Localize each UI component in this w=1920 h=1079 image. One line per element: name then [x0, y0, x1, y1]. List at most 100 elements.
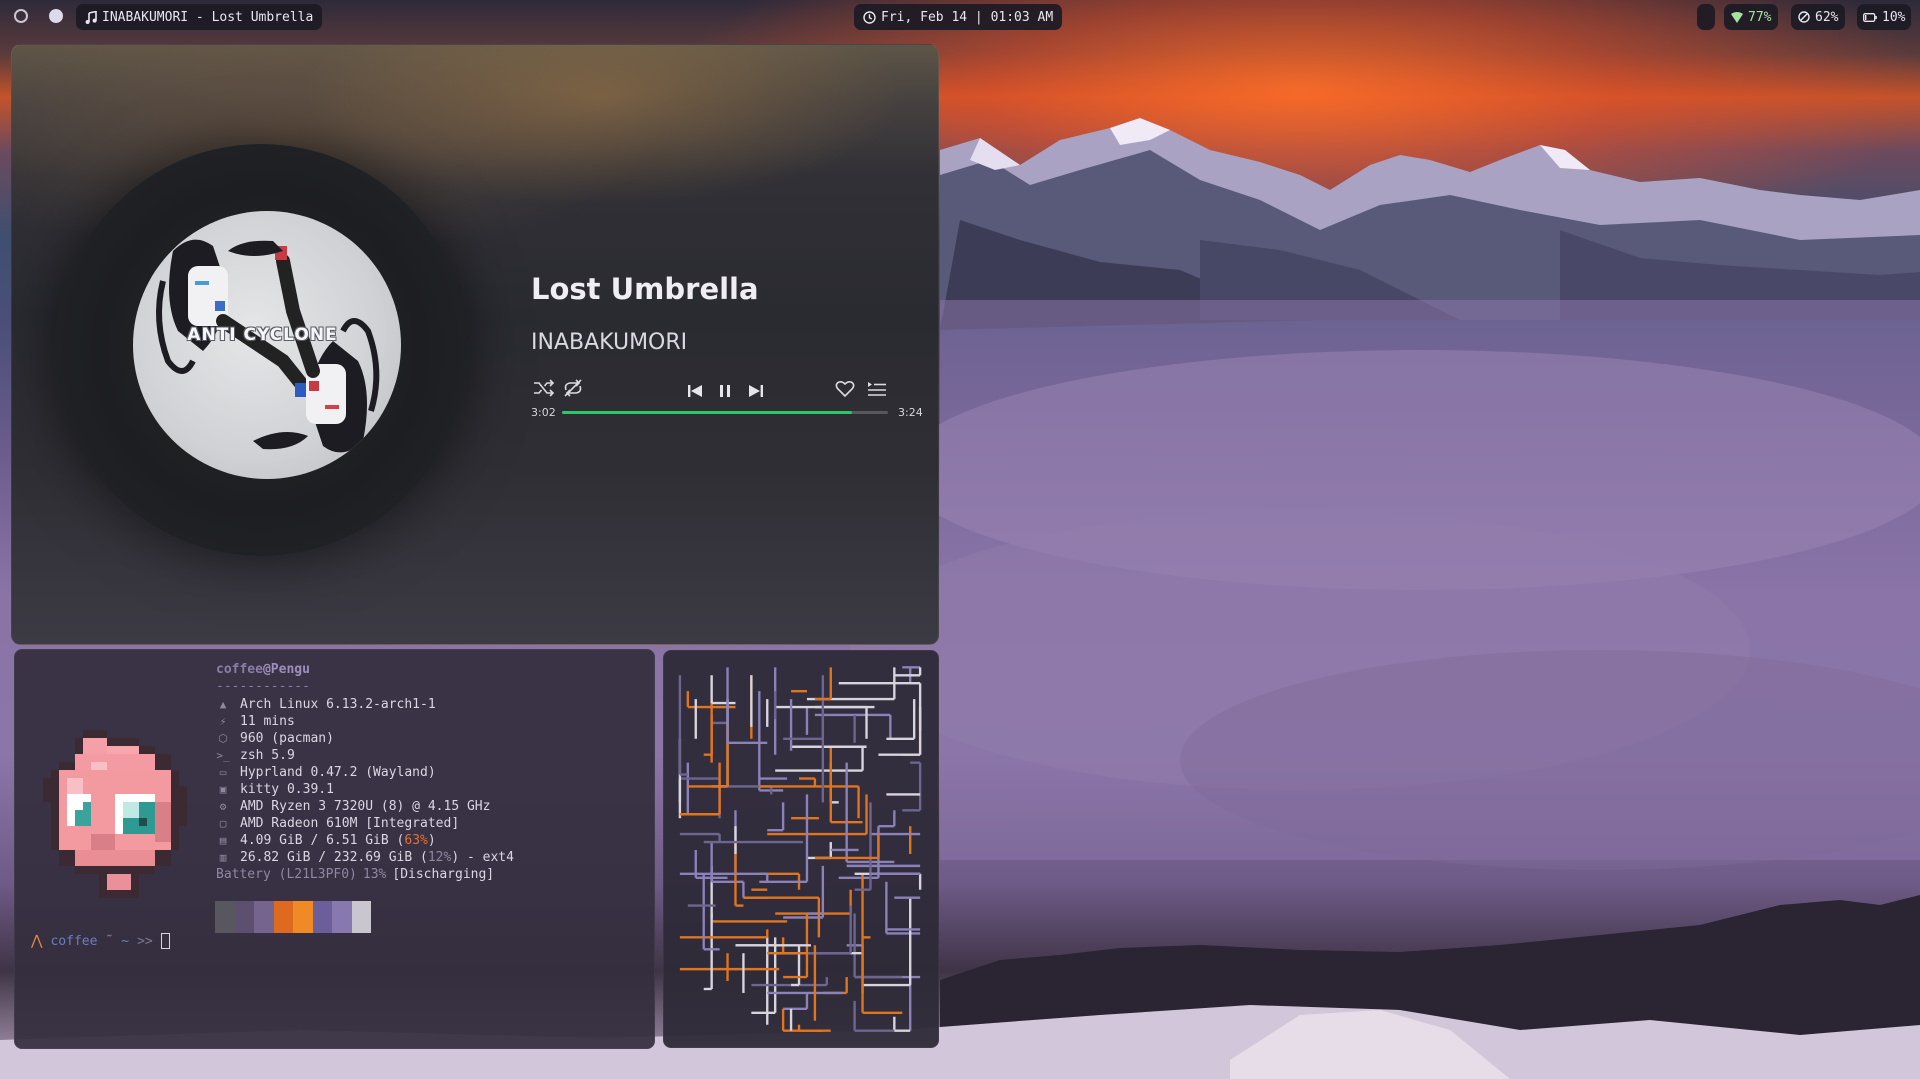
info-os: ▲ Arch Linux 6.13.2-arch1-1 [216, 696, 514, 713]
music-note-icon [85, 10, 97, 24]
fastfetch-at: @ [262, 662, 271, 677]
shell-icon: >_ [216, 749, 230, 762]
shell-prompt[interactable]: ⋀ coffee ˜ ~ >> [31, 933, 170, 949]
palette-swatch [254, 901, 274, 933]
battery-level: 10% [1882, 9, 1906, 25]
text-cursor[interactable] [160, 933, 170, 949]
arch-icon: ▲ [219, 698, 227, 711]
pipes-canvas [678, 666, 922, 1032]
disk-percent: 12% [427, 850, 452, 865]
palette-swatch [215, 901, 235, 933]
palette-swatch [293, 901, 313, 933]
total-time: 3:24 [898, 406, 923, 419]
pixel-art-logo [43, 730, 195, 906]
battery-icon [1863, 12, 1877, 22]
memory-icon: ▤ [219, 834, 227, 847]
disk-used: 26.82 GiB / 232.69 GiB ( [240, 850, 428, 865]
info-uptime: ⚡ 11 mins [216, 713, 514, 730]
palette-swatch [351, 901, 371, 933]
wifi-icon [1731, 11, 1743, 23]
progress-fill [562, 411, 853, 414]
info-memory-text: 4.09 GiB / 6.51 GiB (63%) [240, 833, 436, 848]
top-bar: INABAKUMORI - Lost Umbrella Fri, Feb 14 … [0, 0, 1920, 34]
pause-icon[interactable] [712, 378, 738, 404]
info-cpu: ⚙ AMD Ryzen 3 7320U (8) @ 4.15 GHz [216, 798, 514, 815]
memory-percent: 63% [404, 833, 428, 848]
tray-spacer [1697, 4, 1715, 30]
bolt-icon: ⚡ [219, 715, 227, 728]
workspace-1-indicator[interactable] [14, 9, 28, 23]
clock-icon [863, 10, 876, 24]
palette-swatch [273, 901, 293, 933]
palette-swatch [312, 901, 332, 933]
info-uptime-text: 11 mins [240, 714, 295, 729]
info-gpu: ▢ AMD Radeon 610M [Integrated] [216, 815, 514, 832]
palette-swatch [332, 901, 352, 933]
prompt-arrows: >> [137, 933, 153, 949]
info-packages: ⬡ 960 (pacman) [216, 730, 514, 747]
prompt-path: ~ [121, 933, 130, 949]
workspace-2-indicator[interactable] [49, 9, 63, 23]
gpu-icon: ▢ [219, 817, 227, 830]
progress-bar[interactable] [562, 411, 888, 414]
brightness-icon [1798, 11, 1810, 23]
shuffle-icon[interactable] [531, 375, 557, 401]
vinyl-disc: ANTI CYCLONE [55, 144, 467, 556]
battery-state: [Discharging] [392, 867, 495, 882]
prompt-tilde: ˜ [105, 933, 114, 949]
info-shell: >_ zsh 5.9 [216, 747, 514, 764]
previous-track-icon[interactable] [682, 378, 708, 404]
wifi-strength: 77% [1748, 9, 1772, 25]
wifi-widget[interactable]: 77% [1724, 4, 1779, 30]
battery-percent: 13% [362, 867, 387, 882]
info-packages-text: 960 (pacman) [240, 731, 334, 746]
brightness-widget[interactable]: 62% [1791, 4, 1846, 30]
arch-logo-icon: ⋀ [31, 933, 43, 949]
pipes-screensaver-window[interactable] [663, 650, 939, 1048]
active-window-title[interactable]: INABAKUMORI - Lost Umbrella [76, 4, 323, 30]
window-icon: ▭ [219, 766, 227, 779]
next-track-icon[interactable] [743, 378, 769, 404]
brightness-level: 62% [1815, 9, 1839, 25]
info-terminal: ▣ kitty 0.39.1 [216, 781, 514, 798]
info-gpu-text: AMD Radeon 610M [Integrated] [240, 816, 460, 831]
queue-list-icon[interactable] [864, 376, 890, 402]
prompt-user: coffee [50, 933, 98, 949]
battery-widget[interactable]: 10% [1857, 4, 1912, 30]
window-title-text: INABAKUMORI - Lost Umbrella [102, 9, 314, 25]
clock-widget[interactable]: Fri, Feb 14 | 01:03 AM [854, 4, 1063, 30]
song-artist: INABAKUMORI [531, 330, 688, 355]
info-memory: ▤ 4.09 GiB / 6.51 GiB (63%) [216, 832, 514, 849]
info-disk: ▥ 26.82 GiB / 232.69 GiB (12%) - ext4 [216, 849, 514, 866]
music-player-window: ANTI CYCLONE Lost Umbrella INABAKUMORI 3… [11, 44, 939, 645]
package-icon: ⬡ [218, 732, 228, 745]
cover-text: ANTI CYCLONE [187, 325, 338, 345]
fastfetch-username: coffee [216, 662, 263, 677]
like-heart-icon[interactable] [832, 376, 858, 402]
info-terminal-text: kitty 0.39.1 [240, 782, 334, 797]
disk-fs: ) - ext4 [451, 850, 514, 865]
memory-close: ) [427, 833, 436, 848]
palette-swatch [234, 901, 254, 933]
elapsed-time: 3:02 [531, 406, 556, 419]
info-disk-text: 26.82 GiB / 232.69 GiB (12%) - ext4 [240, 850, 514, 865]
color-palette [215, 901, 371, 933]
fastfetch-hostname: Pengu [270, 662, 310, 677]
fastfetch-info: ▲ Arch Linux 6.13.2-arch1-1 ⚡ 11 mins ⬡ 960… [216, 696, 514, 883]
song-title: Lost Umbrella [531, 272, 759, 306]
info-cpu-text: AMD Ryzen 3 7320U (8) @ 4.15 GHz [240, 799, 491, 814]
cpu-icon: ⚙ [219, 800, 227, 813]
battery-label: Battery (L21L3PF0) [216, 867, 357, 882]
fastfetch-user: coffee@Pengu [216, 662, 310, 677]
repeat-off-icon[interactable] [560, 375, 586, 401]
fastfetch-separator: ------------ [216, 679, 310, 694]
terminal-window[interactable]: coffee@Pengu ------------ ▲ Arch Linux 6.… [14, 649, 655, 1049]
terminal-icon: ▣ [219, 783, 227, 796]
info-battery: Battery (L21L3PF0) 13% [Discharging] [216, 866, 514, 883]
clock-text: Fri, Feb 14 | 01:03 AM [881, 9, 1054, 25]
disk-icon: ▥ [219, 851, 227, 864]
album-cover [133, 211, 401, 479]
info-wm-text: Hyprland 0.47.2 (Wayland) [240, 765, 436, 780]
memory-used: 4.09 GiB / 6.51 GiB ( [240, 833, 405, 848]
info-os-text: Arch Linux 6.13.2-arch1-1 [240, 697, 436, 712]
